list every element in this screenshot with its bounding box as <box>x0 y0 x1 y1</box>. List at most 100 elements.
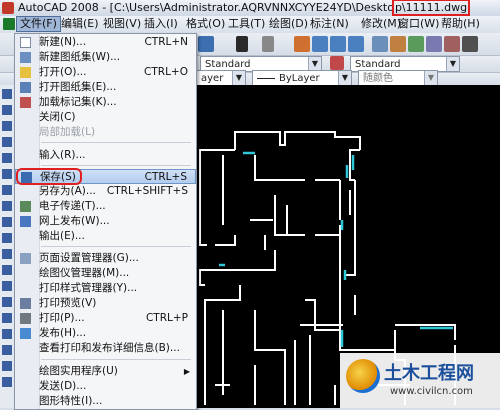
tool-palettes-icon[interactable] <box>408 36 424 52</box>
design-center-icon[interactable] <box>390 36 406 52</box>
menu-item-close[interactable]: 关闭(C) <box>15 110 196 125</box>
gradient-icon[interactable] <box>2 329 12 339</box>
menu-item-print[interactable]: 打印(P)... CTRL+P <box>15 311 196 326</box>
menu-item-plot-style-manager[interactable]: 打印样式管理器(Y)... <box>15 281 196 296</box>
color-combo[interactable]: 随颜色 ▼ <box>358 70 438 86</box>
menu-item-plot-details[interactable]: 查看打印和发布详细信息(B)... <box>15 341 196 356</box>
menu-item-save[interactable]: 保存(S) CTRL+S <box>15 169 196 184</box>
menu-item-label: 打开(O)... <box>39 66 87 78</box>
spline-icon[interactable] <box>2 217 12 227</box>
menu-item-label: 图形特性(I)... <box>39 395 103 407</box>
multiline-text-icon[interactable] <box>2 377 12 387</box>
menu-item-drawing-utilities[interactable]: 绘图实用程序(U) ▶ <box>15 364 196 379</box>
autocad-app-icon[interactable] <box>2 2 14 14</box>
menu-help[interactable]: 帮助(H) <box>438 17 483 31</box>
menu-view[interactable]: 视图(V) <box>100 17 144 31</box>
publish-icon <box>20 328 31 339</box>
table-icon[interactable] <box>2 361 12 371</box>
hatch-icon[interactable] <box>2 313 12 323</box>
menu-item-print-preview[interactable]: 打印预览(V) <box>15 296 196 311</box>
menu-draw[interactable]: 绘图(D) <box>266 17 311 31</box>
circle-icon[interactable] <box>2 185 12 195</box>
sheet-set-icon[interactable] <box>426 36 442 52</box>
line-tool-icon[interactable] <box>2 89 12 99</box>
menu-item-open[interactable]: 打开(O)... CTRL+O <box>15 65 196 80</box>
watermark-title: 土木工程网 <box>384 363 474 384</box>
menu-item-publish[interactable]: 发布(H)... <box>15 326 196 341</box>
menu-file[interactable]: 文件(F) <box>16 16 61 32</box>
menu-tools[interactable]: 工具(T) <box>225 17 268 31</box>
zoom-window-icon[interactable] <box>330 36 346 52</box>
publish-web-icon <box>20 216 31 227</box>
menu-item-label: 打印(P)... <box>39 312 85 324</box>
menu-item-label: 打印预览(V) <box>39 297 97 309</box>
point-icon[interactable] <box>2 297 12 307</box>
menu-item-open-sheetset[interactable]: 打开图纸集(E)... <box>15 80 196 95</box>
print-icon <box>20 313 31 324</box>
zoom-previous-icon[interactable] <box>348 36 364 52</box>
menu-item-import[interactable]: 输入(R)... <box>15 148 196 163</box>
menu-item-send[interactable]: 发送(D)... <box>15 379 196 394</box>
watermark: 土木工程网 www.civilcn.com <box>340 353 500 408</box>
menu-item-label: 保存(S) <box>40 171 76 183</box>
zoom-realtime-icon[interactable] <box>312 36 328 52</box>
menu-edit[interactable]: 编辑(E) <box>58 17 102 31</box>
menu-item-export[interactable]: 输出(E)... <box>15 229 196 244</box>
ellipse-icon[interactable] <box>2 233 12 243</box>
document-icon[interactable] <box>3 18 15 30</box>
menu-item-etransmit[interactable]: 电子传递(T)... <box>15 199 196 214</box>
make-block-icon[interactable] <box>2 281 12 291</box>
rectangle-icon[interactable] <box>2 153 12 163</box>
construction-line-icon[interactable] <box>2 105 12 115</box>
menu-separator <box>41 165 191 166</box>
menu-item-drawing-properties[interactable]: 图形特性(I)... <box>15 394 196 409</box>
window-title: AutoCAD 2008 - [C:\Users\Administrator.A… <box>18 0 471 16</box>
calculator-icon[interactable] <box>462 36 478 52</box>
menu-item-shortcut: CTRL+SHIFT+S <box>106 185 188 197</box>
menu-item-new[interactable]: 新建(N)... CTRL+N <box>15 35 196 50</box>
menu-insert[interactable]: 插入(I) <box>141 17 181 31</box>
menu-item-label: 打印样式管理器(Y)... <box>39 282 138 294</box>
menu-separator <box>41 142 191 143</box>
menu-item-label: 加载标记集(K)... <box>39 96 117 108</box>
chevron-down-icon: ▼ <box>338 71 351 85</box>
menu-item-label: 新建图纸集(W)... <box>39 51 121 63</box>
layer-combo[interactable]: ayer ▼ <box>196 70 246 86</box>
arc-icon[interactable] <box>2 169 12 179</box>
menu-format[interactable]: 格式(O) <box>183 17 228 31</box>
markup-manager-icon[interactable] <box>444 36 460 52</box>
pan-icon[interactable] <box>294 36 310 52</box>
menu-separator <box>41 359 191 360</box>
properties-icon[interactable] <box>372 36 388 52</box>
dim-style-value: Standard <box>355 59 401 70</box>
menu-item-save-as[interactable]: 另存为(A)... CTRL+SHIFT+S <box>15 184 196 199</box>
menu-item-label: 输出(E)... <box>39 230 85 242</box>
menu-separator <box>41 246 191 247</box>
watermark-url: www.civilcn.com <box>390 386 473 397</box>
menu-dimension[interactable]: 标注(N) <box>307 17 352 31</box>
menu-window[interactable]: 窗口(W) <box>395 17 442 31</box>
new-sheetset-icon <box>20 52 31 63</box>
menu-item-plotter-manager[interactable]: 绘图仪管理器(M)... <box>15 266 196 281</box>
revision-cloud-icon[interactable] <box>2 201 12 211</box>
menu-item-new-sheetset[interactable]: 新建图纸集(W)... <box>15 50 196 65</box>
polygon-icon[interactable] <box>2 137 12 147</box>
chevron-down-icon: ▼ <box>308 57 321 71</box>
dimension-style-icon[interactable] <box>330 56 344 70</box>
match-properties-icon[interactable] <box>198 36 214 52</box>
menu-item-page-setup[interactable]: 页面设置管理器(G)... <box>15 251 196 266</box>
region-icon[interactable] <box>2 345 12 355</box>
submenu-arrow-icon: ▶ <box>183 367 190 376</box>
insert-block-icon[interactable] <box>2 265 12 275</box>
undo-icon[interactable] <box>236 36 248 52</box>
menu-item-publish-web[interactable]: 网上发布(W)... <box>15 214 196 229</box>
menu-item-label: 电子传递(T)... <box>39 200 106 212</box>
linetype-combo[interactable]: ByLayer ▼ <box>252 70 352 86</box>
ellipse-arc-icon[interactable] <box>2 249 12 259</box>
redo-icon[interactable] <box>262 36 274 52</box>
menu-item-load-markup[interactable]: 加载标记集(K)... <box>15 95 196 110</box>
color-value: 随颜色 <box>363 73 393 84</box>
save-icon <box>21 172 32 183</box>
polyline-icon[interactable] <box>2 121 12 131</box>
menu-item-label: 页面设置管理器(G)... <box>39 252 139 264</box>
